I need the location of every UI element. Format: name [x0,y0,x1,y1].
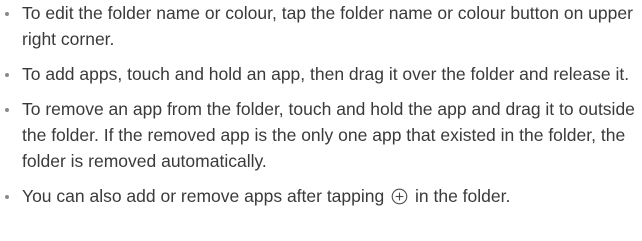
bullet-icon [5,12,9,16]
list-item-text-after: in the folder. [415,186,511,206]
instruction-list: To edit the folder name or colour, tap t… [0,0,642,209]
help-document: To edit the folder name or colour, tap t… [0,0,642,241]
list-item: To edit the folder name or colour, tap t… [0,0,642,52]
list-item-text: To remove an app from the folder, touch … [22,99,635,171]
list-item-text: To add apps, touch and hold an app, then… [22,64,630,84]
list-item-text: To edit the folder name or colour, tap t… [22,3,633,49]
list-item: You can also add or remove apps after ta… [0,183,642,209]
list-item: To add apps, touch and hold an app, then… [0,61,642,87]
bullet-icon [5,73,9,77]
plus-circle-icon [391,188,408,205]
bullet-icon [5,195,9,199]
list-item-text-before: You can also add or remove apps after ta… [22,186,385,206]
bullet-icon [5,108,9,112]
list-item: To remove an app from the folder, touch … [0,96,642,174]
